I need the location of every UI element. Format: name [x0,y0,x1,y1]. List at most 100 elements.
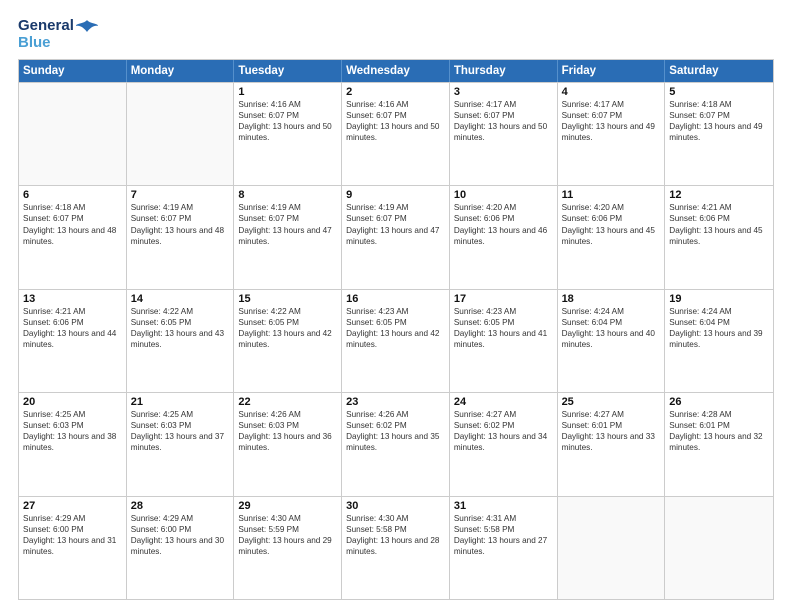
weekday-header: Monday [127,60,235,82]
calendar-cell: 14Sunrise: 4:22 AMSunset: 6:05 PMDayligh… [127,290,235,392]
calendar-cell: 17Sunrise: 4:23 AMSunset: 6:05 PMDayligh… [450,290,558,392]
logo-text: GeneralBlue [18,18,98,51]
weekday-header: Thursday [450,60,558,82]
calendar-cell: 21Sunrise: 4:25 AMSunset: 6:03 PMDayligh… [127,393,235,495]
logo-blue-text: Blue [18,34,51,51]
daylight-text: Daylight: 13 hours and 30 minutes. [131,535,230,557]
daylight-text: Daylight: 13 hours and 37 minutes. [131,431,230,453]
sunrise-text: Sunrise: 4:26 AM [238,409,337,420]
sunset-text: Sunset: 6:04 PM [562,317,661,328]
daylight-text: Daylight: 13 hours and 44 minutes. [23,328,122,350]
sunrise-text: Sunrise: 4:23 AM [454,306,553,317]
sunrise-text: Sunrise: 4:21 AM [23,306,122,317]
header: GeneralBlue [18,18,774,51]
daylight-text: Daylight: 13 hours and 39 minutes. [669,328,769,350]
daylight-text: Daylight: 13 hours and 34 minutes. [454,431,553,453]
calendar-row: 1Sunrise: 4:16 AMSunset: 6:07 PMDaylight… [19,82,773,185]
sunrise-text: Sunrise: 4:17 AM [454,99,553,110]
sunset-text: Sunset: 6:03 PM [238,420,337,431]
page: GeneralBlue SundayMondayTuesdayWednesday… [0,0,792,612]
daylight-text: Daylight: 13 hours and 40 minutes. [562,328,661,350]
calendar-cell: 5Sunrise: 4:18 AMSunset: 6:07 PMDaylight… [665,83,773,185]
day-number: 12 [669,189,769,201]
sunrise-text: Sunrise: 4:26 AM [346,409,445,420]
daylight-text: Daylight: 13 hours and 46 minutes. [454,225,553,247]
daylight-text: Daylight: 13 hours and 28 minutes. [346,535,445,557]
sunset-text: Sunset: 6:07 PM [346,213,445,224]
daylight-text: Daylight: 13 hours and 45 minutes. [562,225,661,247]
daylight-text: Daylight: 13 hours and 43 minutes. [131,328,230,350]
sunset-text: Sunset: 6:03 PM [23,420,122,431]
weekday-header: Friday [558,60,666,82]
day-number: 27 [23,500,122,512]
sunset-text: Sunset: 6:07 PM [454,110,553,121]
calendar: SundayMondayTuesdayWednesdayThursdayFrid… [18,59,774,600]
sunset-text: Sunset: 6:07 PM [131,213,230,224]
sunset-text: Sunset: 6:02 PM [346,420,445,431]
calendar-cell: 29Sunrise: 4:30 AMSunset: 5:59 PMDayligh… [234,497,342,599]
sunset-text: Sunset: 6:01 PM [669,420,769,431]
sunrise-text: Sunrise: 4:29 AM [23,513,122,524]
sunset-text: Sunset: 5:58 PM [346,524,445,535]
calendar-cell: 22Sunrise: 4:26 AMSunset: 6:03 PMDayligh… [234,393,342,495]
sunset-text: Sunset: 6:07 PM [562,110,661,121]
calendar-cell: 27Sunrise: 4:29 AMSunset: 6:00 PMDayligh… [19,497,127,599]
calendar-cell [19,83,127,185]
day-number: 28 [131,500,230,512]
calendar-cell: 6Sunrise: 4:18 AMSunset: 6:07 PMDaylight… [19,186,127,288]
sunrise-text: Sunrise: 4:24 AM [669,306,769,317]
logo-bird-icon [76,20,98,32]
daylight-text: Daylight: 13 hours and 38 minutes. [23,431,122,453]
day-number: 29 [238,500,337,512]
sunrise-text: Sunrise: 4:27 AM [562,409,661,420]
sunset-text: Sunset: 6:05 PM [131,317,230,328]
sunrise-text: Sunrise: 4:30 AM [346,513,445,524]
day-number: 21 [131,396,230,408]
sunset-text: Sunset: 6:03 PM [131,420,230,431]
daylight-text: Daylight: 13 hours and 29 minutes. [238,535,337,557]
calendar-cell: 16Sunrise: 4:23 AMSunset: 6:05 PMDayligh… [342,290,450,392]
sunrise-text: Sunrise: 4:19 AM [346,202,445,213]
calendar-cell: 11Sunrise: 4:20 AMSunset: 6:06 PMDayligh… [558,186,666,288]
day-number: 6 [23,189,122,201]
sunrise-text: Sunrise: 4:27 AM [454,409,553,420]
sunset-text: Sunset: 6:01 PM [562,420,661,431]
calendar-header: SundayMondayTuesdayWednesdayThursdayFrid… [19,60,773,82]
calendar-row: 6Sunrise: 4:18 AM Sunset: 6:07 PM Daylight… [19,185,773,288]
day-number: 14 [131,293,230,305]
daylight-text: Daylight: 13 hours and 48 minutes. [23,225,122,247]
day-number: 11 [562,189,661,201]
daylight-text: Daylight: 13 hours and 47 minutes. [238,225,337,247]
sunrise-text: Sunrise: 4:20 AM [562,202,661,213]
day-number: 19 [669,293,769,305]
calendar-cell: 24Sunrise: 4:27 AMSunset: 6:02 PMDayligh… [450,393,558,495]
sunrise-text: Sunrise: 4:22 AM [131,306,230,317]
calendar-cell: 2Sunrise: 4:16 AMSunset: 6:07 PMDaylight… [342,83,450,185]
day-number: 30 [346,500,445,512]
calendar-cell: 1Sunrise: 4:16 AMSunset: 6:07 PMDaylight… [234,83,342,185]
day-number: 25 [562,396,661,408]
day-number: 9 [346,189,445,201]
weekday-header: Sunday [19,60,127,82]
sunset-text: Sunset: 6:07 PM [669,110,769,121]
calendar-cell: 8Sunrise: 4:19 AMSunset: 6:07 PMDaylight… [234,186,342,288]
sunrise-text: Sunrise: 4:18 AM [669,99,769,110]
day-number: 16 [346,293,445,305]
sunset-text: Sunset: 5:58 PM [454,524,553,535]
calendar-cell [665,497,773,599]
sunrise-text: Sunrise: 4:30 AM [238,513,337,524]
sunrise-text: Sunrise: 4:18 AM [23,202,122,213]
day-number: 22 [238,396,337,408]
day-number: 1 [238,86,337,98]
calendar-cell: 9Sunrise: 4:19 AMSunset: 6:07 PMDaylight… [342,186,450,288]
calendar-row: 27Sunrise: 4:29 AMSunset: 6:00 PMDayligh… [19,496,773,599]
daylight-text: Daylight: 13 hours and 49 minutes. [562,121,661,143]
calendar-cell: 7Sunrise: 4:19 AMSunset: 6:07 PMDaylight… [127,186,235,288]
daylight-text: Daylight: 13 hours and 45 minutes. [669,225,769,247]
sunset-text: Sunset: 6:06 PM [23,317,122,328]
calendar-body: 1Sunrise: 4:16 AMSunset: 6:07 PMDaylight… [19,82,773,599]
calendar-cell: 23Sunrise: 4:26 AMSunset: 6:02 PMDayligh… [342,393,450,495]
day-number: 8 [238,189,337,201]
sunrise-text: Sunrise: 4:16 AM [346,99,445,110]
day-number: 15 [238,293,337,305]
